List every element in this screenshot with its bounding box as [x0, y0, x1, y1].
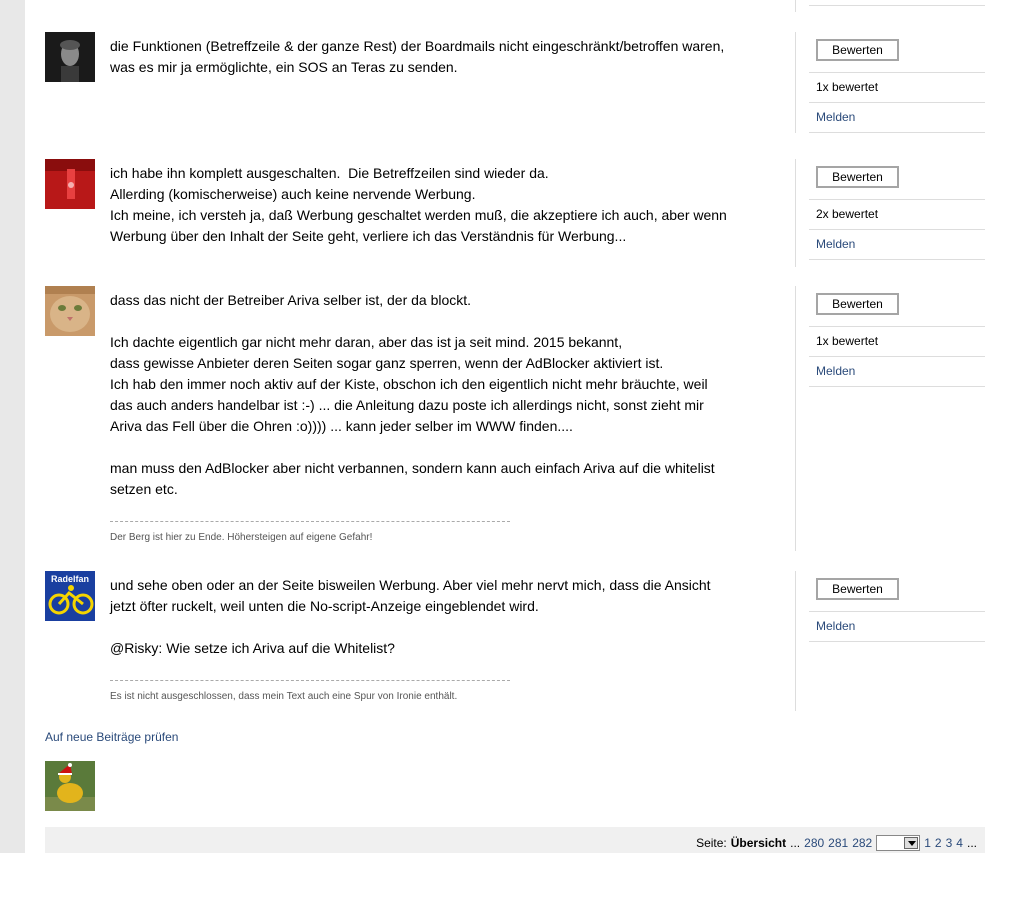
post: ich habe ihn komplett ausgeschalten. Die…: [45, 159, 985, 267]
signature-separator: [110, 521, 510, 522]
left-gutter: [0, 0, 25, 853]
rate-button[interactable]: Bewerten: [816, 293, 899, 315]
divider: [809, 326, 985, 327]
radelfan-avatar[interactable]: Radelfan: [45, 571, 95, 621]
portrait-avatar[interactable]: [45, 32, 95, 82]
post-line: [110, 311, 750, 332]
post-line: Ariva das Fell über die Ohren :o)))) ...…: [110, 418, 573, 434]
chevron-down-icon[interactable]: [904, 837, 919, 849]
report-link[interactable]: Melden: [816, 364, 855, 378]
divider: [809, 229, 985, 230]
post-line: [110, 617, 750, 638]
divider: [809, 259, 985, 260]
page-link[interactable]: 3: [946, 836, 953, 850]
page-link[interactable]: 4: [956, 836, 963, 850]
page-link[interactable]: 281: [828, 836, 848, 850]
rate-button[interactable]: Bewerten: [816, 39, 899, 61]
post-line: man muss den AdBlocker aber nicht verban…: [110, 460, 715, 476]
divider: [795, 32, 796, 133]
rating-count: 1x bewertet: [816, 80, 879, 94]
post-line: setzen etc.: [110, 481, 178, 497]
post: Radelfan und sehe oben oder an der Seite…: [45, 571, 985, 711]
divider: [795, 286, 796, 551]
divider: [809, 5, 985, 6]
signature: Es ist nicht ausgeschlossen, dass mein T…: [110, 691, 458, 702]
post-line: ich habe ihn komplett ausgeschalten. Die…: [110, 165, 549, 181]
pagination-bar: Seite: Übersicht ... 280 281 282 1 2 3 4…: [45, 827, 985, 853]
page-select[interactable]: [876, 835, 921, 851]
post-line: Werbung über den Inhalt der Seite geht, …: [110, 228, 627, 244]
post-line: was es mir ja ermöglichte, ein SOS an Te…: [110, 59, 458, 75]
post-text: die Funktionen (Betreffzeile & der ganze…: [110, 36, 750, 78]
divider: [809, 72, 985, 73]
check-new-posts-link[interactable]: Auf neue Beiträge prüfen: [45, 730, 178, 744]
page-link[interactable]: 280: [804, 836, 824, 850]
signature: Der Berg ist hier zu Ende. Höhersteigen …: [110, 532, 373, 543]
post: die Funktionen (Betreffzeile & der ganze…: [45, 32, 985, 133]
page-link[interactable]: 2: [935, 836, 942, 850]
divider: [809, 102, 985, 103]
post-line: jetzt öfter ruckelt, weil unten die No-s…: [110, 598, 539, 614]
radelfan-avatar-text: Radelfan: [51, 574, 89, 584]
post-line: Allerding (komischerweise) auch keine ne…: [110, 186, 476, 202]
report-link[interactable]: Melden: [816, 619, 855, 633]
rate-button[interactable]: Bewerten: [816, 166, 899, 188]
post-line: Ich hab den immer noch aktiv auf der Kis…: [110, 376, 708, 392]
divider: [809, 356, 985, 357]
divider: [795, 571, 796, 711]
divider: [795, 159, 796, 267]
post-line: dass gewisse Anbieter deren Seiten sogar…: [110, 355, 664, 371]
report-link[interactable]: Melden: [816, 237, 855, 251]
page-label: Seite:: [696, 836, 727, 850]
post-line: Ich dachte eigentlich gar nicht mehr dar…: [110, 334, 623, 350]
post-text: und sehe oben oder an der Seite bisweile…: [110, 575, 750, 659]
page-ellipsis: ...: [966, 836, 977, 850]
page-overview: Übersicht: [730, 836, 787, 850]
report-link[interactable]: Melden: [816, 110, 855, 124]
signature-separator: [110, 680, 510, 681]
post: dass das nicht der Betreiber Ariva selbe…: [45, 286, 985, 551]
post-line: die Funktionen (Betreffzeile & der ganze…: [110, 38, 725, 54]
user-avatar[interactable]: [45, 761, 95, 811]
post-text: ich habe ihn komplett ausgeschalten. Die…: [110, 163, 750, 247]
page-link[interactable]: 1: [924, 836, 931, 850]
divider: [809, 199, 985, 200]
post-line: und sehe oben oder an der Seite bisweile…: [110, 577, 711, 593]
cat-avatar[interactable]: [45, 286, 95, 336]
rating-count: 2x bewertet: [816, 207, 879, 221]
post-text: dass das nicht der Betreiber Ariva selbe…: [110, 290, 750, 500]
post-line: dass das nicht der Betreiber Ariva selbe…: [110, 292, 472, 308]
divider: [809, 386, 985, 387]
divider: [809, 641, 985, 642]
divider: [809, 132, 985, 133]
pagination: Seite: Übersicht ... 280 281 282 1 2 3 4…: [696, 835, 977, 851]
post-line: @Risky: Wie setze ich Ariva auf die Whit…: [110, 640, 395, 656]
page-link[interactable]: 282: [852, 836, 872, 850]
page-ellipsis: ...: [790, 836, 801, 850]
page-select-value: [881, 836, 884, 850]
post-line: Ich meine, ich versteh ja, daß Werbung g…: [110, 207, 727, 223]
divider: [809, 611, 985, 612]
rating-count: 1x bewertet: [816, 334, 879, 348]
post-line: [110, 437, 750, 458]
post-line: das auch anders handelbar ist :-) ... di…: [110, 397, 704, 413]
red-avatar[interactable]: [45, 159, 95, 209]
divider: [795, 0, 796, 12]
rate-button[interactable]: Bewerten: [816, 578, 899, 600]
